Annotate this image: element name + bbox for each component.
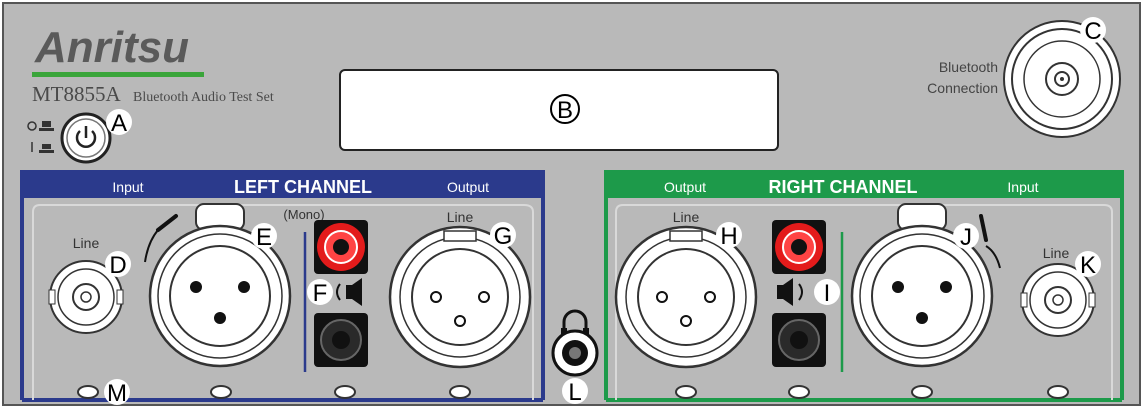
right-black-jack[interactable] — [772, 313, 826, 367]
callout-f-label: F — [313, 280, 328, 307]
bluetooth-label-line1: Bluetooth — [939, 59, 998, 75]
left-output-label: Output — [447, 179, 489, 195]
left-rca-red-jack[interactable] — [314, 220, 368, 274]
left-line-in-label: Line — [73, 235, 100, 251]
callout-e-label: E — [256, 224, 272, 251]
right-line-in-label: Line — [1043, 245, 1070, 261]
callout-i-label: I — [824, 280, 831, 307]
anritsu-logo: Anritsu — [34, 23, 189, 72]
callout-h-label: H — [720, 223, 737, 250]
right-channel-title: RIGHT CHANNEL — [769, 177, 918, 197]
callout-d-label: D — [109, 252, 126, 279]
callout-l-label: L — [568, 379, 581, 406]
callout-g-label: G — [494, 223, 513, 250]
right-input-label: Input — [1007, 179, 1038, 195]
right-output-label: Output — [664, 179, 706, 195]
left-line-out-label: Line — [447, 209, 474, 225]
callout-b-label: B — [557, 97, 573, 124]
model-description: Bluetooth Audio Test Set — [133, 90, 274, 105]
callout-j-label: J — [960, 224, 972, 251]
headphone-jack[interactable] — [551, 329, 599, 377]
mono-label: (Mono) — [283, 207, 324, 222]
bluetooth-label-line2: Connection — [927, 80, 998, 96]
callout-k-label: K — [1080, 252, 1096, 279]
callout-m-label: M — [107, 380, 127, 407]
model-number: MT8855A — [32, 82, 122, 106]
panel-diagram: Anritsu MT8855A Bluetooth Audio Test Set… — [2, 2, 1141, 407]
callout-a-label: A — [111, 110, 127, 137]
right-line-out-label: Line — [673, 209, 700, 225]
left-input-label: Input — [112, 179, 143, 195]
logo-underline — [32, 72, 204, 77]
power-button[interactable] — [60, 112, 112, 164]
left-black-jack[interactable] — [314, 313, 368, 367]
right-rca-red-jack[interactable] — [772, 220, 826, 274]
left-channel-title: LEFT CHANNEL — [234, 177, 372, 197]
callout-c-label: C — [1084, 18, 1101, 45]
front-panel: Anritsu MT8855A Bluetooth Audio Test Set… — [0, 0, 1143, 408]
